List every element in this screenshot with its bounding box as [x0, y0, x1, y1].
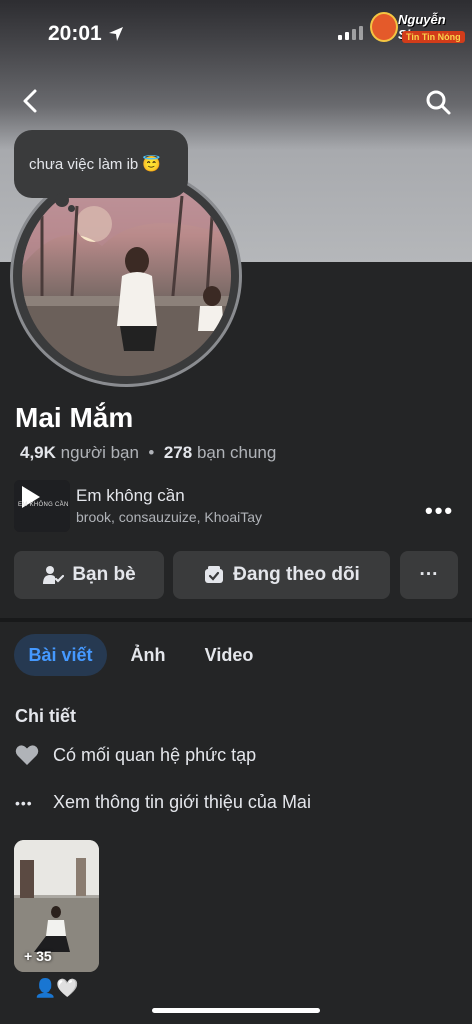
see-about-row[interactable]: ••• Xem thông tin giới thiệu của Mai — [15, 792, 311, 813]
details-title: Chi tiết — [15, 706, 76, 726]
watermark-logo: Nguyễn Sin Tin Tin Nóng — [368, 10, 468, 50]
location-arrow-icon — [108, 27, 123, 41]
featured-caption: 👤🤍 — [34, 978, 79, 998]
avatar[interactable] — [22, 176, 231, 376]
search-icon[interactable] — [424, 88, 452, 116]
music-more-icon[interactable]: ••• — [425, 498, 454, 524]
friend-check-icon — [43, 566, 65, 584]
profile-screen: 20:01 Nguyễn Sin Tin Tin Nóng chưa việc … — [0, 0, 472, 1024]
note-bubble-tail — [55, 193, 69, 207]
see-about-text: Xem thông tin giới thiệu của Mai — [53, 792, 311, 812]
note-bubble-tail-dot — [68, 205, 75, 212]
music-cover-text: EM KHÔNG CẦN — [18, 502, 69, 508]
friends-label: người bạn — [60, 443, 139, 462]
profile-note-bubble[interactable]: chưa việc làm ib 😇 — [14, 130, 188, 198]
avatar-photo — [22, 176, 231, 376]
music-cover[interactable]: EM KHÔNG CẦN — [14, 480, 70, 532]
status-time: 20:01 — [48, 22, 124, 46]
relationship-text: Có mối quan hệ phức tạp — [53, 744, 257, 765]
relationship-row: Có mối quan hệ phức tạp — [15, 744, 256, 766]
watermark-face-icon — [370, 12, 398, 42]
music-artists: brook, consauzuize, KhoaiTay — [76, 509, 262, 525]
section-divider — [0, 618, 472, 622]
heart-icon — [15, 745, 39, 765]
profile-name: Mai Mắm — [15, 402, 134, 433]
following-button[interactable]: Đang theo dõi — [173, 551, 390, 599]
featured-collection[interactable]: + 35 — [14, 840, 99, 972]
more-options-button[interactable]: ··· — [400, 551, 458, 599]
signal-icon — [338, 26, 363, 40]
friends-count: 4,9K — [20, 443, 56, 462]
profile-note-text: chưa việc làm ib 😇 — [29, 156, 162, 173]
back-icon[interactable] — [16, 86, 46, 116]
more-dots-icon: ••• — [15, 794, 33, 811]
tab-photos[interactable]: Ảnh — [120, 634, 176, 676]
mutual-label: bạn chung — [196, 443, 277, 462]
profile-stats[interactable]: 4,9K người bạn • 278 bạn chung — [20, 443, 276, 463]
following-icon — [205, 566, 224, 583]
more-options-icon: ··· — [419, 564, 439, 585]
featured-count: + 35 — [24, 948, 52, 964]
music-title[interactable]: Em không cần — [76, 486, 185, 506]
mutual-count: 278 — [163, 443, 193, 462]
tab-videos[interactable]: Video — [192, 634, 266, 676]
stats-separator: • — [148, 443, 155, 462]
friends-button[interactable]: Bạn bè — [14, 551, 164, 599]
home-indicator[interactable] — [152, 1008, 320, 1013]
tab-posts[interactable]: Bài viết — [14, 634, 107, 676]
